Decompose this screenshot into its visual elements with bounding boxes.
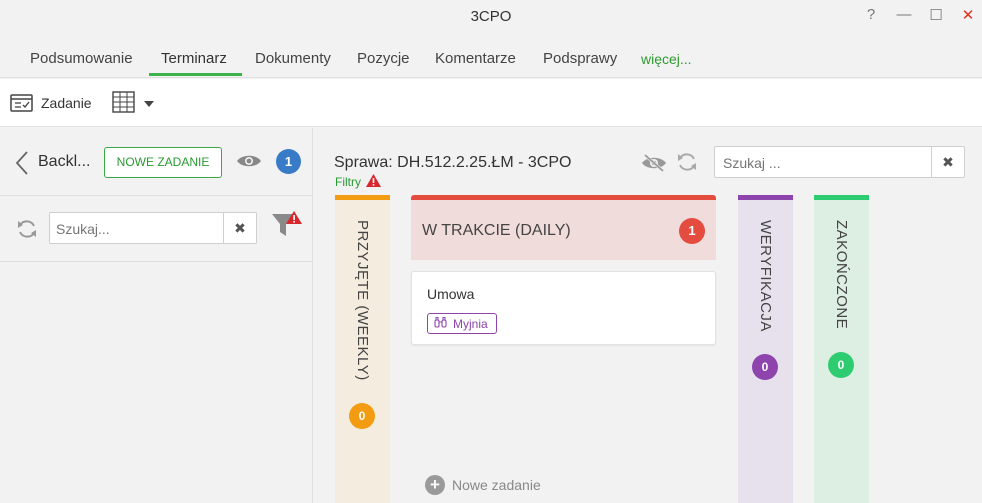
tab-podsumowanie[interactable]: Podsumowanie (30, 50, 133, 67)
board-search-clear-button[interactable]: ✖ (931, 147, 964, 177)
column-done-count: 0 (828, 352, 854, 378)
backlog-search-row: ✖ (0, 196, 313, 262)
tab-komentarze[interactable]: Komentarze (435, 50, 516, 67)
title-bar: 3CPO ? — ☐ ✕ (0, 0, 982, 34)
column-in-progress: W TRAKCIE (DAILY) 1 Umowa Myjnia + Nowe … (411, 195, 716, 503)
backlog-search-clear-button[interactable]: ✖ (223, 213, 256, 243)
column-verification-count: 0 (752, 354, 778, 380)
column-accepted[interactable]: PRZYJĘTE (WEEKLY) 0 (335, 195, 390, 503)
tab-more-link[interactable]: więcej... (641, 51, 692, 67)
window-title: 3CPO (470, 8, 512, 25)
tab-bar: Podsumowanie Terminarz Dokumenty Pozycje… (0, 38, 982, 78)
task-card[interactable]: Umowa Myjnia (411, 271, 716, 345)
tab-pozycje[interactable]: Pozycje (357, 50, 410, 67)
help-button[interactable]: ? (860, 6, 882, 23)
filter-warning-icon[interactable] (271, 210, 303, 245)
column-accepted-title: PRZYJĘTE (WEEKLY) (354, 220, 371, 381)
backlog-header: Backl... NOWE ZADANIE 1 (0, 128, 313, 196)
task-list-icon (10, 93, 34, 113)
task-card-tag[interactable]: Myjnia (427, 313, 497, 334)
new-task-link[interactable]: + Nowe zadanie (425, 475, 541, 495)
column-accepted-count: 0 (349, 403, 375, 429)
tab-dokumenty[interactable]: Dokumenty (255, 50, 331, 67)
maximize-button[interactable]: ☐ (925, 6, 947, 24)
board-search-input[interactable] (723, 153, 923, 173)
minimize-button[interactable]: — (893, 6, 915, 23)
binoculars-icon (434, 316, 447, 331)
backlog-search-input[interactable] (56, 219, 216, 239)
new-task-button[interactable]: NOWE ZADANIE (104, 147, 222, 178)
column-in-progress-count: 1 (679, 218, 705, 244)
backlog-label[interactable]: Backl... (38, 153, 90, 171)
warning-icon (366, 174, 381, 190)
new-task-link-label: Nowe zadanie (452, 477, 541, 493)
filters-label: Filtry (335, 175, 361, 189)
task-card-title: Umowa (427, 286, 475, 302)
add-task-label: Zadanie (41, 95, 92, 111)
column-in-progress-header[interactable]: W TRAKCIE (DAILY) 1 (411, 195, 716, 260)
grid-icon (112, 91, 136, 113)
view-grid-dropdown[interactable] (112, 91, 154, 113)
column-verification-title: WERYFIKACJA (757, 220, 774, 332)
add-task-button[interactable]: Zadanie (10, 93, 92, 113)
tab-podsprawy[interactable]: Podsprawy (543, 50, 617, 67)
tab-terminarz[interactable]: Terminarz (161, 50, 227, 67)
column-done[interactable]: ZAKOŃCZONE 0 (814, 195, 869, 503)
plus-circle-icon: + (425, 475, 445, 495)
eye-icon[interactable] (236, 153, 262, 174)
column-in-progress-title: W TRAKCIE (DAILY) (422, 222, 571, 239)
refresh-icon[interactable] (676, 151, 698, 178)
toolbar: Zadanie (0, 79, 982, 127)
refresh-icon[interactable] (16, 218, 38, 245)
visible-count-badge: 1 (276, 149, 301, 174)
kanban-board: Sprawa: DH.512.2.25.ŁM - 3CPO Filtry Szu… (314, 128, 982, 503)
task-card-tag-label: Myjnia (453, 316, 488, 331)
chevron-left-icon[interactable] (15, 150, 29, 181)
chevron-down-icon (144, 94, 154, 110)
filters-link[interactable]: Filtry (335, 174, 381, 190)
backlog-panel: Backl... NOWE ZADANIE 1 ✖ (0, 128, 313, 503)
active-tab-indicator (149, 73, 242, 76)
board-search-box: ✖ (714, 146, 965, 178)
backlog-search-box: ✖ (49, 212, 257, 244)
column-verification[interactable]: WERYFIKACJA 0 (738, 195, 793, 503)
close-button[interactable]: ✕ (957, 6, 979, 24)
case-title: Sprawa: DH.512.2.25.ŁM - 3CPO (334, 154, 572, 171)
eye-off-icon[interactable] (640, 153, 668, 178)
column-done-title: ZAKOŃCZONE (833, 220, 850, 330)
